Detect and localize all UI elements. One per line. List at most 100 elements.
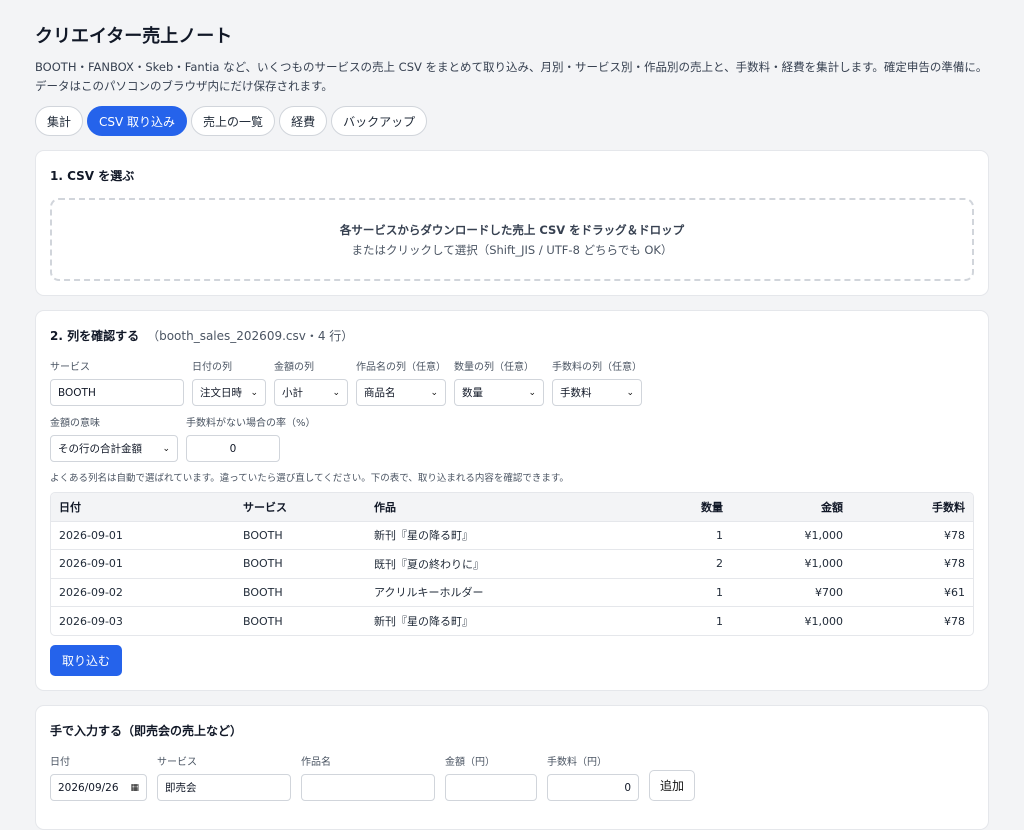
date-column-select[interactable]: 注文日時 ⌄ bbox=[192, 379, 266, 406]
manual-date-value: 2026/09/26 bbox=[58, 781, 119, 794]
cell-fee: ¥78 bbox=[851, 549, 973, 579]
chevron-down-icon: ⌄ bbox=[430, 387, 438, 398]
manual-service-input[interactable]: 即売会 bbox=[157, 774, 291, 801]
cell-quantity: 2 bbox=[611, 549, 731, 579]
table-row: 2026-09-01 BOOTH 新刊『星の降る町』 1 ¥1,000 ¥78 bbox=[51, 521, 973, 550]
amount-meaning-label: 金額の意味 bbox=[50, 418, 100, 429]
header-amount: 金額 bbox=[731, 493, 851, 522]
cell-service: BOOTH bbox=[243, 614, 283, 628]
file-info: （booth_sales_202609.csv・4 行） bbox=[147, 329, 354, 343]
amount-column-select[interactable]: 小計 ⌄ bbox=[274, 379, 348, 406]
manual-entry-row: 日付 2026/09/26 ▦ サービス 即売会 作品名 金額（円） 手数料（円）… bbox=[50, 753, 974, 801]
amount-column-label: 金額の列 bbox=[274, 362, 314, 373]
service-label: サービス bbox=[50, 362, 90, 373]
table-row: 2026-09-02 BOOTH アクリルキーホルダー 1 ¥700 ¥61 bbox=[51, 578, 973, 607]
cell-date: 2026-09-01 bbox=[51, 549, 235, 579]
table-row: 2026-09-03 BOOTH 新刊『星の降る町』 1 ¥1,000 ¥78 bbox=[51, 607, 973, 636]
page-title: クリエイター売上ノート bbox=[35, 26, 233, 47]
drop-zone-primary-text: 各サービスからダウンロードした売上 CSV をドラッグ＆ドロップ bbox=[339, 222, 685, 237]
add-button[interactable]: 追加 bbox=[649, 770, 696, 801]
fee-rate-field: 手数料がない場合の率（%） 0 bbox=[186, 414, 316, 462]
column-mapping-row: サービス BOOTH 日付の列 注文日時 ⌄ 金額の列 小計 ⌄ 作品名の列（任意）… bbox=[50, 358, 974, 406]
cell-amount: ¥1,000 bbox=[731, 521, 851, 550]
title-column-field: 作品名の列（任意） 商品名 ⌄ bbox=[356, 358, 446, 406]
cell-service: BOOTH bbox=[235, 549, 366, 579]
amount-column-field: 金額の列 小計 ⌄ bbox=[274, 358, 348, 406]
tab-backup[interactable]: バックアップ bbox=[331, 106, 428, 136]
service-field: サービス BOOTH bbox=[50, 358, 184, 406]
tab-summary[interactable]: 集計 bbox=[35, 106, 84, 136]
step2-heading: 2. 列を確認する （booth_sales_202609.csv・4 行） bbox=[50, 327, 974, 344]
table-header-row: 日付 サービス 作品 数量 金額 手数料 bbox=[51, 493, 973, 522]
quantity-column-label: 数量の列（任意） bbox=[454, 362, 534, 373]
cell-fee: ¥78 bbox=[944, 614, 965, 628]
import-button[interactable]: 取り込む bbox=[50, 645, 123, 676]
cell-amount: ¥700 bbox=[731, 578, 851, 607]
cell-title: 新刊『星の降る町』 bbox=[366, 521, 611, 550]
fee-column-select[interactable]: 手数料 ⌄ bbox=[552, 379, 642, 406]
quantity-column-value: 数量 bbox=[462, 387, 483, 399]
tab-bar: 集計 CSV 取り込み 売上の一覧 経費 バックアップ bbox=[35, 106, 989, 136]
header-date: 日付 bbox=[51, 493, 235, 522]
quantity-column-field: 数量の列（任意） 数量 ⌄ bbox=[454, 358, 544, 406]
header-fee: 手数料 bbox=[851, 493, 973, 522]
preview-table: 日付 サービス 作品 数量 金額 手数料 2026-09-01 BOOTH 新刊… bbox=[51, 493, 973, 635]
fee-rate-input[interactable]: 0 bbox=[186, 435, 280, 462]
step1-title: 1. CSV を選ぶ bbox=[50, 169, 135, 183]
step1-card: 1. CSV を選ぶ 各サービスからダウンロードした売上 CSV をドラッグ＆ド… bbox=[35, 150, 989, 296]
title-column-select[interactable]: 商品名 ⌄ bbox=[356, 379, 446, 406]
table-row: 2026-09-01 BOOTH 既刊『夏の終わりに』 2 ¥1,000 ¥78 bbox=[51, 549, 973, 579]
manual-title-input[interactable] bbox=[301, 774, 435, 801]
amount-column-value: 小計 bbox=[282, 387, 303, 399]
mapping-hint: よくある列名は自動で選ばれています。違っていたら選び直してください。下の表で、取… bbox=[50, 473, 569, 484]
service-input[interactable]: BOOTH bbox=[50, 379, 184, 406]
manual-entry-title: 手で入力する（即売会の売上など） bbox=[50, 724, 243, 738]
tab-expenses[interactable]: 経費 bbox=[279, 106, 328, 136]
title-column-label: 作品名の列（任意） bbox=[356, 362, 446, 373]
amount-meaning-select[interactable]: その行の合計金額 ⌄ bbox=[50, 435, 178, 462]
header-quantity: 数量 bbox=[611, 493, 731, 522]
chevron-down-icon: ⌄ bbox=[332, 387, 340, 398]
tab-csv-import[interactable]: CSV 取り込み bbox=[87, 106, 188, 136]
manual-fee-label: 手数料（円） bbox=[547, 757, 607, 768]
step2-title: 2. 列を確認する bbox=[50, 329, 140, 343]
drop-zone-secondary-text: またはクリックして選択（Shift_JIS / UTF-8 どちらでも OK） bbox=[351, 242, 673, 257]
cell-date: 2026-09-02 bbox=[51, 578, 235, 607]
cell-amount: ¥1,000 bbox=[804, 614, 844, 628]
chevron-down-icon: ⌄ bbox=[250, 387, 258, 398]
manual-amount-field: 金額（円） bbox=[445, 753, 537, 801]
title-column-value: 商品名 bbox=[364, 387, 396, 399]
manual-date-field: 日付 2026/09/26 ▦ bbox=[50, 753, 147, 801]
calendar-icon[interactable]: ▦ bbox=[130, 783, 139, 793]
tab-sales-list[interactable]: 売上の一覧 bbox=[191, 106, 276, 136]
cell-service: BOOTH bbox=[235, 578, 366, 607]
manual-amount-label: 金額（円） bbox=[445, 757, 495, 768]
cell-fee: ¥61 bbox=[851, 578, 973, 607]
manual-amount-input[interactable] bbox=[445, 774, 537, 801]
cell-fee: ¥78 bbox=[851, 521, 973, 550]
amount-options-row: 金額の意味 その行の合計金額 ⌄ 手数料がない場合の率（%） 0 bbox=[50, 414, 974, 462]
manual-service-label: サービス bbox=[157, 757, 197, 768]
fee-column-field: 手数料の列（任意） 手数料 ⌄ bbox=[552, 358, 642, 406]
manual-fee-input[interactable]: 0 bbox=[547, 774, 639, 801]
manual-title-field: 作品名 bbox=[301, 753, 435, 801]
cell-quantity: 1 bbox=[611, 521, 731, 550]
manual-date-input[interactable]: 2026/09/26 ▦ bbox=[50, 774, 147, 801]
preview-table-wrapper: 日付 サービス 作品 数量 金額 手数料 2026-09-01 BOOTH 新刊… bbox=[50, 492, 974, 636]
manual-date-label: 日付 bbox=[50, 757, 70, 768]
step2-card: 2. 列を確認する （booth_sales_202609.csv・4 行） サー… bbox=[35, 310, 989, 691]
cell-quantity: 1 bbox=[611, 578, 731, 607]
chevron-down-icon: ⌄ bbox=[626, 387, 634, 398]
cell-quantity: 1 bbox=[716, 614, 723, 628]
date-column-value: 注文日時 bbox=[200, 387, 242, 399]
cell-title: アクリルキーホルダー bbox=[366, 578, 611, 607]
app-description: BOOTH・FANBOX・Skeb・Fantia など、いくつものサービスの売上… bbox=[35, 60, 988, 93]
cell-date: 2026-09-03 bbox=[59, 614, 123, 628]
quantity-column-select[interactable]: 数量 ⌄ bbox=[454, 379, 544, 406]
cell-amount: ¥1,000 bbox=[731, 549, 851, 579]
cell-title: 新刊『星の降る町』 bbox=[374, 615, 473, 628]
fee-column-label: 手数料の列（任意） bbox=[552, 362, 642, 373]
cell-date: 2026-09-01 bbox=[51, 521, 235, 550]
chevron-down-icon: ⌄ bbox=[528, 387, 536, 398]
csv-drop-zone[interactable]: 各サービスからダウンロードした売上 CSV をドラッグ＆ドロップ またはクリック… bbox=[50, 198, 974, 281]
